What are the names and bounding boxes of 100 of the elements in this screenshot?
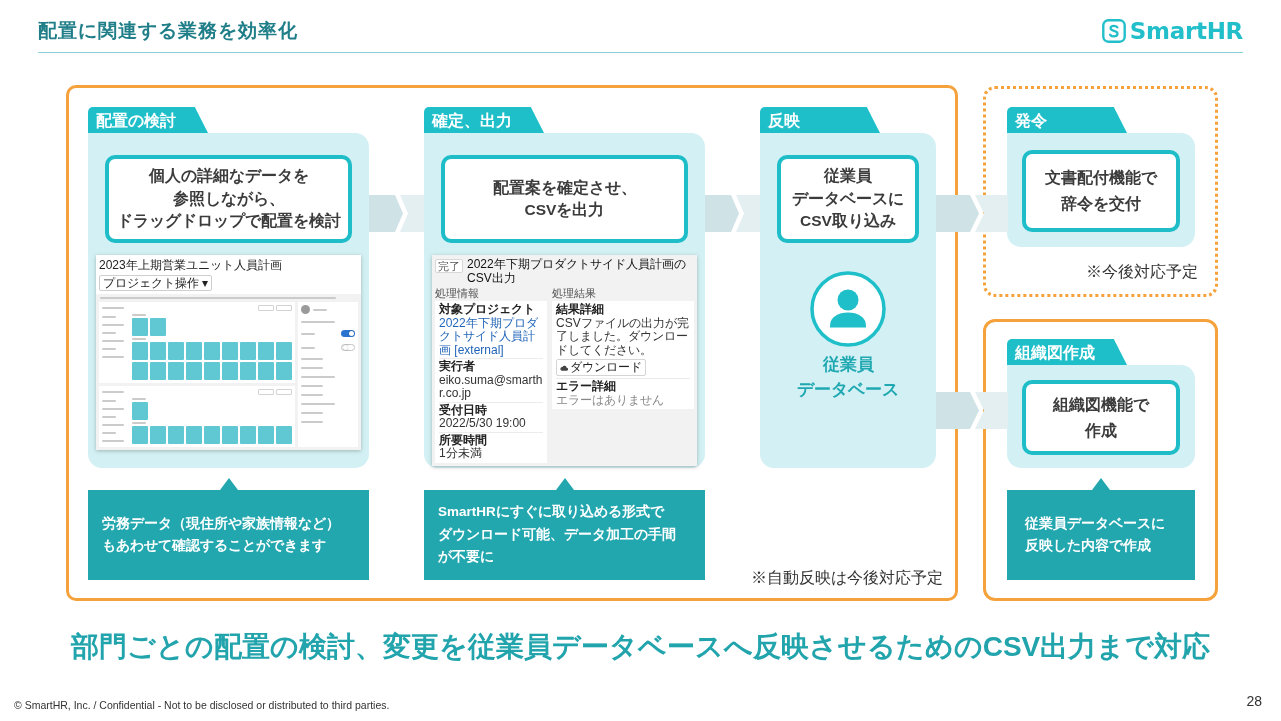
photo-placeholder bbox=[150, 342, 166, 360]
photo-placeholder bbox=[186, 362, 202, 380]
photo-placeholder bbox=[204, 426, 220, 444]
dropdown-placeholder[interactable] bbox=[258, 388, 274, 395]
field-label: 所要時間 bbox=[439, 433, 487, 447]
export-title: 2022年下期プロダクトサイド人員計画のCSV出力 bbox=[467, 258, 687, 285]
database-label: 従業員データベース bbox=[796, 354, 900, 401]
logo-wordmark: SmartHR bbox=[1129, 17, 1243, 45]
feature-caption: 従業員データベースに反映した内容で作成 bbox=[1007, 490, 1195, 580]
illegible-text-line bbox=[102, 416, 116, 418]
stage-heading: 組織図作成 bbox=[1007, 339, 1127, 365]
field-value: 2022/5/30 19:00 bbox=[439, 417, 526, 431]
download-button[interactable]: ダウンロード bbox=[556, 359, 646, 376]
illegible-text-line bbox=[132, 398, 146, 400]
field-value: eiko.suma@smarthr.co.jp bbox=[439, 373, 543, 401]
status-badge: 完了 bbox=[435, 259, 463, 273]
dropdown-placeholder[interactable] bbox=[276, 388, 292, 395]
illegible-text-line bbox=[102, 324, 124, 326]
photo-placeholder bbox=[222, 426, 238, 444]
illegible-text-line bbox=[102, 316, 116, 318]
slide-title: 配置に関連する業務を効率化 bbox=[38, 19, 298, 43]
photo-placeholder bbox=[258, 342, 274, 360]
illegible-text-line bbox=[301, 376, 335, 378]
photo-placeholder bbox=[258, 426, 274, 444]
photo-placeholder bbox=[168, 426, 184, 444]
illegible-text-line bbox=[301, 385, 323, 387]
illegible-text-line bbox=[301, 394, 323, 396]
field-label: エラー詳細 bbox=[556, 380, 616, 394]
photo-placeholder bbox=[186, 342, 202, 360]
dropdown-placeholder[interactable] bbox=[258, 304, 274, 311]
photo-placeholder bbox=[168, 342, 184, 360]
illegible-text-line bbox=[102, 432, 116, 434]
illegible-text-line bbox=[301, 321, 335, 323]
project-link[interactable]: 2022年下期プロダクトサイド人員計画 [external] bbox=[439, 316, 543, 357]
person-icon bbox=[810, 271, 886, 347]
callout-pointer bbox=[219, 478, 238, 490]
photo-placeholder bbox=[150, 318, 166, 336]
section-heading: 処理情報 bbox=[435, 287, 480, 300]
illegible-text-line bbox=[132, 314, 146, 316]
illegible-text-line bbox=[102, 340, 124, 342]
illegible-text-line bbox=[132, 422, 146, 424]
illegible-text-line bbox=[102, 332, 116, 334]
illegible-text-line bbox=[132, 338, 146, 340]
illegible-text-line bbox=[102, 306, 124, 309]
footnote: ※自動反映は今後対応予定 bbox=[751, 568, 943, 588]
summary-card: 文書配付機能で辞令を交付 bbox=[1022, 150, 1180, 232]
illegible-text-line bbox=[102, 348, 116, 350]
flow-arrow bbox=[705, 195, 760, 232]
illegible-text-line bbox=[301, 346, 315, 349]
photo-placeholder bbox=[150, 362, 166, 380]
result-message: エラーはありません bbox=[556, 393, 664, 407]
photo-placeholder bbox=[222, 362, 238, 380]
page-number: 28 bbox=[1246, 692, 1262, 710]
illegible-text-line bbox=[301, 403, 335, 405]
illegible-text-line bbox=[301, 358, 323, 360]
photo-placeholder bbox=[222, 342, 238, 360]
toggle-switch[interactable] bbox=[341, 330, 355, 337]
field-label: 結果詳細 bbox=[556, 303, 604, 317]
flow-arrow bbox=[936, 195, 1008, 232]
photo-placeholder bbox=[276, 362, 292, 380]
summary-card: 配置案を確定させ、CSVを出力 bbox=[441, 155, 688, 243]
photo-placeholder bbox=[186, 426, 202, 444]
photo-placeholder bbox=[204, 362, 220, 380]
stage-heading: 発令 bbox=[1007, 107, 1127, 133]
callout-pointer bbox=[555, 478, 574, 490]
photo-placeholder bbox=[150, 426, 166, 444]
summary-card: 組織図機能で作成 bbox=[1022, 380, 1180, 455]
illegible-text-line bbox=[301, 332, 315, 335]
photo-placeholder bbox=[204, 342, 220, 360]
field-label: 受付日時 bbox=[439, 403, 487, 417]
photo-placeholder bbox=[132, 342, 148, 360]
toggle-switch[interactable] bbox=[341, 344, 355, 351]
illegible-text-line bbox=[102, 424, 124, 426]
illegible-text-line bbox=[301, 412, 323, 414]
illegible-text-line bbox=[102, 390, 124, 393]
stage-heading: 配置の検討 bbox=[88, 107, 208, 133]
field-value: 1分未満 bbox=[439, 447, 482, 461]
copyright-notice: © SmartHR, Inc. / Confidential - Not to be disclosed or distributed to third parties. bbox=[14, 698, 390, 712]
section-heading: 処理結果 bbox=[552, 287, 597, 300]
feature-caption: 労務データ（現住所や家族情報など）もあわせて確認することができます bbox=[88, 490, 369, 580]
summary-headline: 部門ごとの配置の検討、変更を従業員データベースへ反映させるためのCSV出力まで対応 bbox=[69, 630, 1212, 664]
dropdown-placeholder[interactable] bbox=[276, 304, 292, 311]
result-message: CSVファイルの出力が完了しました。ダウンロードしてください。 bbox=[556, 316, 690, 357]
avatar-placeholder bbox=[301, 305, 310, 314]
feature-caption: SmartHRにすぐに取り込める形式でダウンロード可能、データ加工の手間が不要に bbox=[424, 490, 705, 580]
photo-placeholder bbox=[240, 342, 256, 360]
photo-placeholder bbox=[240, 426, 256, 444]
photo-placeholder bbox=[240, 362, 256, 380]
summary-card: 従業員データベースにCSV取り込み bbox=[777, 155, 919, 243]
project-actions-button[interactable]: プロジェクト操作 ▾ bbox=[99, 275, 213, 291]
flow-arrow bbox=[369, 195, 424, 232]
summary-card: 個人の詳細なデータを参照しながら、ドラッグドロップで配置を検討 bbox=[105, 155, 352, 243]
photo-placeholder bbox=[132, 426, 148, 444]
footnote: ※今後対応予定 bbox=[1086, 262, 1198, 282]
cloud-icon bbox=[560, 364, 568, 371]
illegible-text-line bbox=[313, 308, 327, 311]
stage-heading: 反映 bbox=[760, 107, 880, 133]
illegible-text-line bbox=[301, 421, 323, 423]
flow-arrow bbox=[936, 392, 1008, 429]
stage-heading: 確定、出力 bbox=[424, 107, 544, 133]
